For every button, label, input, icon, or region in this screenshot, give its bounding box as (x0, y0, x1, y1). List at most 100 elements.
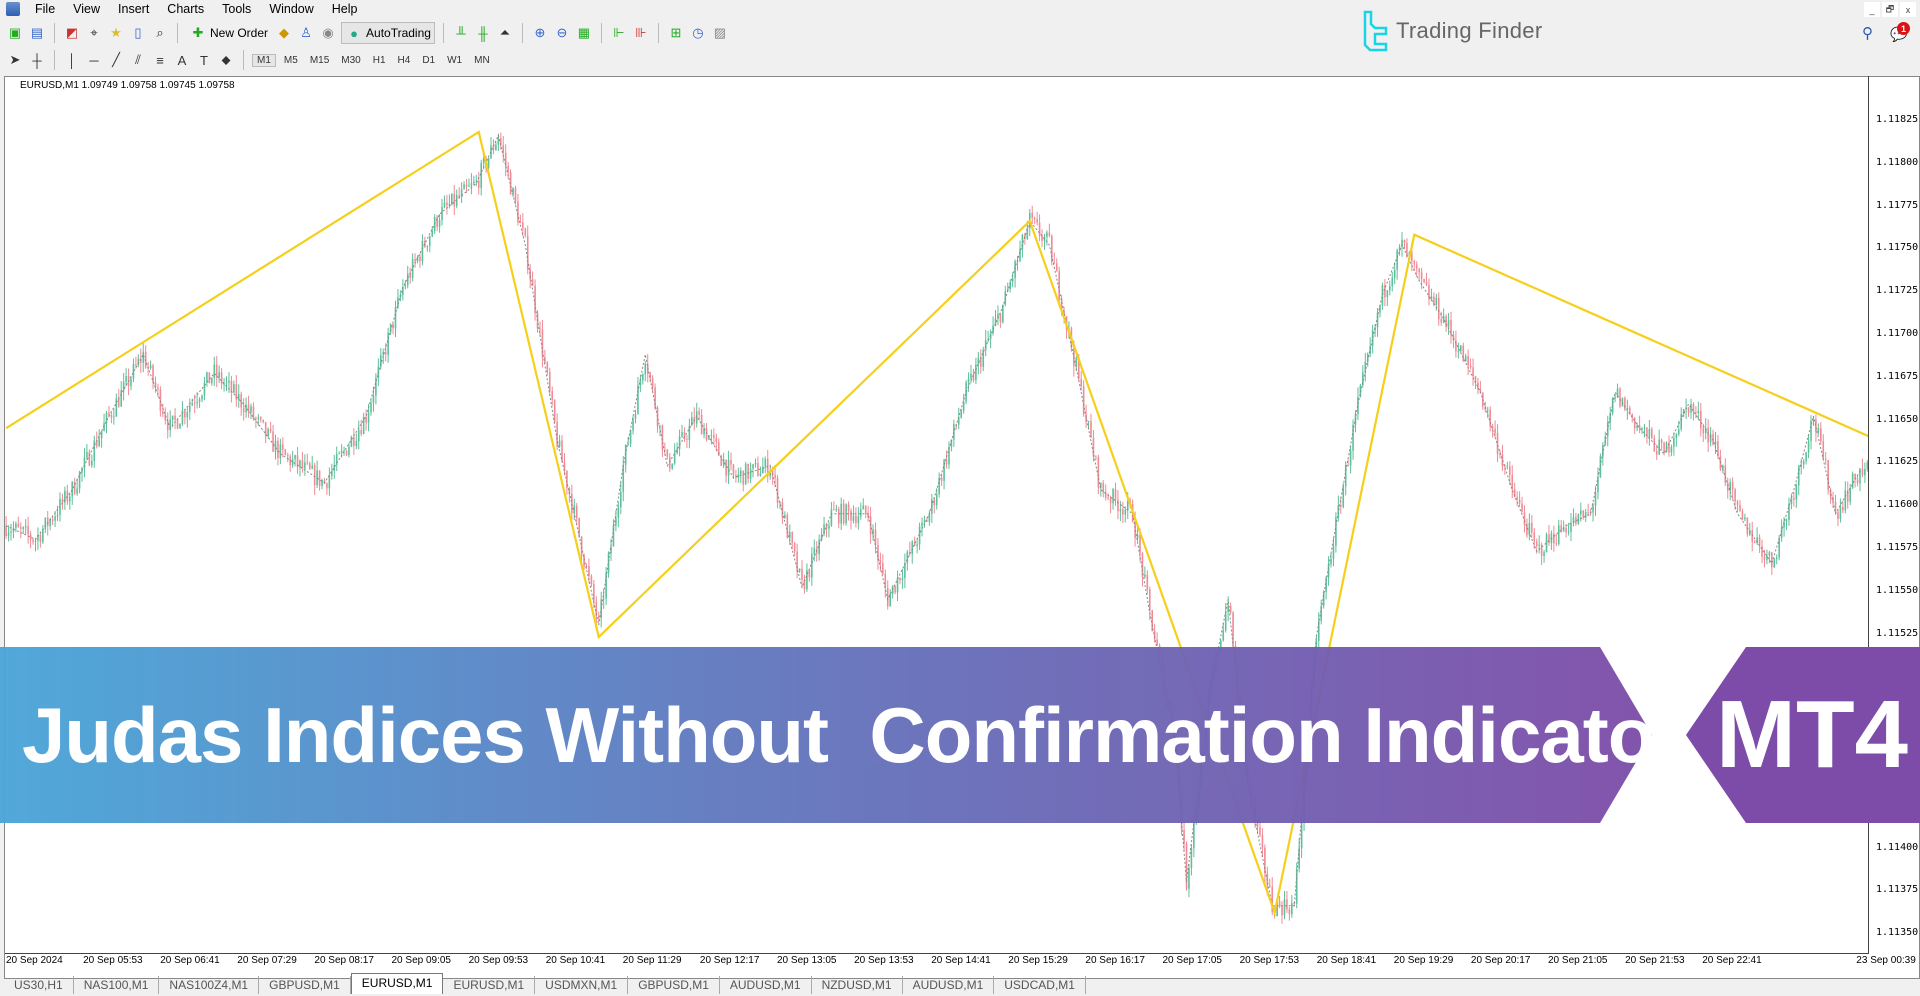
line-chart-icon[interactable]: ⏶ (496, 24, 514, 42)
chart-tab[interactable]: US30,H1 (4, 976, 74, 994)
data-window-icon[interactable]: ⌖ (85, 24, 103, 42)
fibonacci-icon[interactable]: ≡ (151, 51, 169, 69)
candle (10, 523, 12, 541)
candle (1690, 398, 1692, 420)
tile-windows-icon[interactable]: ▦ (575, 24, 593, 42)
cursor-icon[interactable]: ➤ (6, 51, 24, 69)
timeframe-m5[interactable]: M5 (280, 55, 302, 66)
vertical-line-icon[interactable]: │ (63, 51, 81, 69)
candle (1518, 491, 1521, 507)
timeframe-d1[interactable]: D1 (418, 55, 439, 66)
menu-insert[interactable]: Insert (109, 2, 158, 16)
chart-tab[interactable]: NAS100,M1 (74, 976, 160, 994)
candle (1428, 278, 1430, 306)
candle (362, 412, 365, 435)
candle (299, 459, 301, 477)
chart-tab[interactable]: AUDUSD,M1 (903, 976, 995, 994)
menu-tools[interactable]: Tools (213, 2, 260, 16)
candle (93, 435, 96, 468)
metaeditor-icon[interactable]: ◆ (275, 24, 293, 42)
candle (113, 408, 115, 425)
chart-tab[interactable]: USDMXN,M1 (535, 976, 629, 994)
users-icon[interactable]: ♙ (297, 24, 315, 42)
candle (220, 368, 223, 390)
candle (1643, 424, 1646, 438)
terminal-icon[interactable]: ▯ (129, 24, 147, 42)
profiles-icon[interactable]: ▤ (28, 24, 46, 42)
chart-tab[interactable]: USDCAD,M1 (994, 976, 1086, 994)
candle (353, 428, 355, 455)
candle (901, 568, 904, 589)
indicators-icon[interactable]: ⊞ (667, 24, 685, 42)
candle (923, 515, 926, 528)
equidistant-channel-icon[interactable]: ⫽ (129, 51, 147, 69)
chart-tab[interactable]: EURUSD,M1 (350, 973, 444, 994)
candle (152, 363, 154, 390)
candle (455, 189, 458, 209)
chart-tab[interactable]: AUDUSD,M1 (720, 976, 812, 994)
candlestick-icon[interactable]: ╫ (474, 24, 492, 42)
strategy-tester-icon[interactable]: ⌕ (151, 24, 169, 42)
chart-tab[interactable]: NAS100Z4,M1 (159, 976, 260, 994)
timeframe-h4[interactable]: H4 (394, 55, 415, 66)
close-button[interactable]: x (1900, 2, 1916, 17)
menu-file[interactable]: File (26, 2, 64, 16)
search-icon[interactable]: ⚲ (1862, 24, 1873, 42)
menu-charts[interactable]: Charts (158, 2, 213, 16)
signals-icon[interactable]: ◉ (319, 24, 337, 42)
candle (754, 458, 757, 468)
candle (1802, 458, 1805, 469)
candle (1102, 480, 1105, 498)
autotrading-button[interactable]: ● AutoTrading (341, 22, 435, 44)
timeframe-w1[interactable]: W1 (443, 55, 466, 66)
minimize-button[interactable]: _ (1864, 2, 1880, 17)
templates-icon[interactable]: ▨ (711, 24, 729, 42)
crosshair-icon[interactable]: ┼ (28, 51, 46, 69)
price-label: 1.11750 (1876, 242, 1919, 254)
candle (1119, 500, 1122, 521)
timeframe-m15[interactable]: M15 (306, 55, 333, 66)
chart-tab[interactable]: GBPUSD,M1 (628, 976, 720, 994)
bar-chart-icon[interactable]: ╨ (452, 24, 470, 42)
menu-view[interactable]: View (64, 2, 109, 16)
new-order-button[interactable]: ✚ New Order (186, 22, 271, 44)
zoom-in-icon[interactable]: ⊕ (531, 24, 549, 42)
timeframe-m30[interactable]: M30 (337, 55, 364, 66)
timeframe-h1[interactable]: H1 (369, 55, 390, 66)
candle (465, 179, 468, 194)
navigator-icon[interactable]: ★ (107, 24, 125, 42)
candle (1156, 632, 1158, 646)
chart-tab[interactable]: GBPUSD,M1 (259, 976, 351, 994)
candle (1295, 862, 1298, 909)
zoom-out-icon[interactable]: ⊖ (553, 24, 571, 42)
chart-tab[interactable]: EURUSD,M1 (443, 976, 536, 994)
restore-button[interactable]: 🗗 (1882, 2, 1898, 17)
menu-window[interactable]: Window (260, 2, 322, 16)
candle (1553, 525, 1555, 552)
candle (318, 470, 321, 491)
candle (1031, 205, 1034, 225)
menu-help[interactable]: Help (323, 2, 367, 16)
new-chart-icon[interactable]: ▣ (6, 24, 24, 42)
text-label-icon[interactable]: T (195, 51, 213, 69)
notifications-button[interactable]: 💬 1 (1890, 22, 1910, 42)
chart-shift-icon[interactable]: ⊩ (610, 24, 628, 42)
candle (157, 383, 159, 398)
timeframe-m1[interactable]: M1 (252, 53, 276, 67)
candle (786, 512, 789, 539)
candle (130, 376, 132, 391)
candle (1751, 521, 1754, 552)
trendline-icon[interactable]: ╱ (107, 51, 125, 69)
autoscroll-icon[interactable]: ⊪ (632, 24, 650, 42)
horizontal-line-icon[interactable]: ─ (85, 51, 103, 69)
candle (899, 577, 901, 585)
arrows-icon[interactable]: ⬥ (217, 51, 235, 69)
text-icon[interactable]: A (173, 51, 191, 69)
market-watch-icon[interactable]: ◩ (63, 24, 81, 42)
chart-tab[interactable]: NZDUSD,M1 (812, 976, 903, 994)
periods-icon[interactable]: ◷ (689, 24, 707, 42)
candle (247, 395, 250, 418)
candle (526, 225, 529, 275)
candle (1403, 239, 1406, 250)
timeframe-mn[interactable]: MN (470, 55, 494, 66)
